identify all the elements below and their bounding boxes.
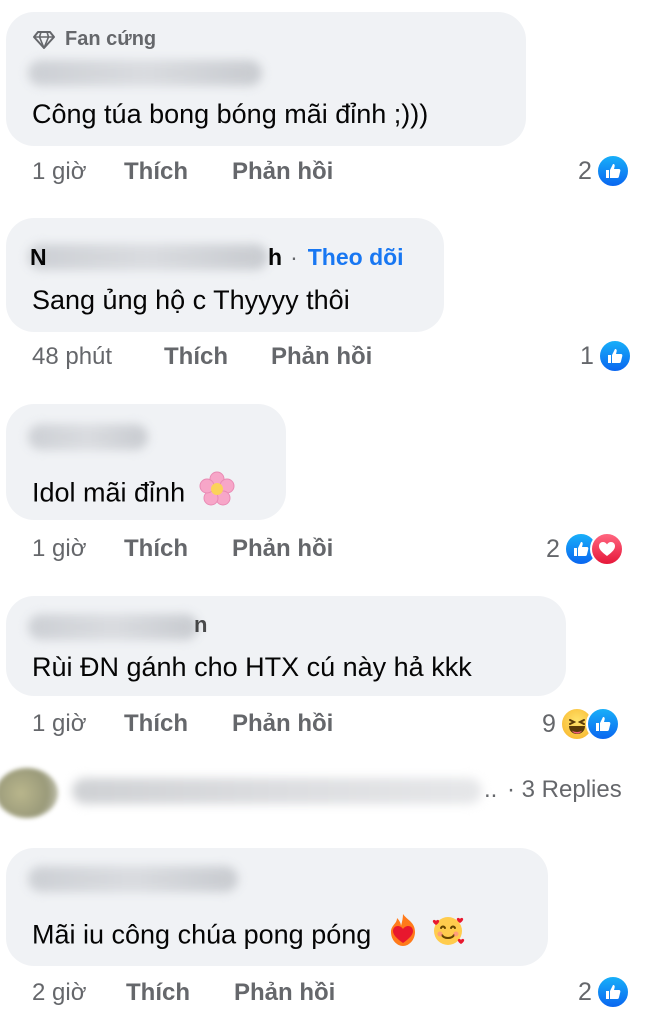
like-button[interactable]: Thích [124, 535, 188, 563]
smiling-face-with-hearts-emoji [430, 912, 466, 955]
comment-time[interactable]: 2 giờ [32, 979, 86, 1007]
comment-text: Rùi ĐN gánh cho HTX cú này hả kkk [32, 652, 472, 682]
comment-text-content: Idol mãi đỉnh [32, 477, 186, 508]
view-replies-link[interactable]: · 3 Replies [507, 776, 622, 804]
like-icon [595, 154, 630, 188]
flower-emoji [199, 471, 235, 514]
separator-dot: · [290, 244, 298, 270]
comment-text: Sang ủng hộ c Thyyyy thôi [32, 285, 350, 315]
like-icon [597, 339, 632, 373]
reaction-count: 2 [578, 977, 592, 1006]
like-icon [595, 975, 630, 1009]
love-icon [589, 532, 624, 566]
author-name-blurred[interactable] [28, 866, 238, 892]
author-name-blurred[interactable] [28, 614, 198, 640]
author-name-head: N [30, 244, 47, 270]
comment-text: Công túa bong bóng mãi đỉnh ;))) [32, 99, 429, 129]
reaction-count: 2 [546, 534, 560, 563]
badge-label: Fan cứng [65, 28, 157, 50]
comment-text: Mãi iu công chúa pong póng [32, 912, 466, 958]
reply-button[interactable]: Phản hồi [232, 535, 333, 563]
reaction-count: 1 [580, 341, 594, 370]
reaction-summary[interactable]: 2 [578, 974, 630, 1010]
reaction-summary[interactable]: 1 [580, 338, 632, 374]
reply-button[interactable]: Phản hồi [232, 710, 333, 738]
reaction-count: 2 [578, 156, 592, 185]
comment-time[interactable]: 1 giờ [32, 535, 86, 563]
follow-row: h · Theo dõi [268, 244, 404, 271]
reaction-summary[interactable]: 2 [578, 153, 630, 189]
comment-time[interactable]: 1 giờ [32, 710, 86, 738]
diamond-icon [33, 30, 55, 49]
like-button[interactable]: Thích [124, 710, 188, 738]
reply-button[interactable]: Phản hồi [234, 979, 335, 1007]
reaction-count: 9 [542, 709, 556, 738]
author-name-blurred[interactable] [28, 60, 262, 86]
author-name-tail: n [194, 612, 208, 637]
like-button[interactable]: Thích [124, 158, 188, 186]
heart-on-fire-emoji [385, 912, 421, 955]
author-name-blurred[interactable] [28, 244, 268, 270]
comment-time[interactable]: 48 phút [32, 343, 112, 371]
reply-button[interactable]: Phản hồi [271, 343, 372, 371]
reply-author-blurred [72, 778, 482, 804]
comment-time[interactable]: 1 giờ [32, 158, 86, 186]
like-button[interactable]: Thích [164, 343, 228, 371]
reply-ellipsis: .. [484, 776, 498, 803]
comment-text: Idol mãi đỉnh [32, 471, 235, 516]
reaction-summary[interactable]: 2 [546, 531, 624, 567]
like-button[interactable]: Thích [126, 979, 190, 1007]
like-icon [585, 707, 620, 741]
author-name-blurred[interactable] [28, 424, 148, 450]
avatar[interactable] [0, 768, 58, 818]
replies-preview[interactable]: .. · 3 Replies [0, 762, 660, 822]
reaction-summary[interactable]: 9 [542, 706, 620, 742]
follow-button[interactable]: Theo dõi [308, 244, 404, 271]
fan-badge: Fan cứng [32, 28, 156, 51]
comment-text-content: Mãi iu công chúa pong póng [32, 919, 372, 950]
reply-button[interactable]: Phản hồi [232, 158, 333, 186]
author-name-tail: h [268, 244, 283, 270]
